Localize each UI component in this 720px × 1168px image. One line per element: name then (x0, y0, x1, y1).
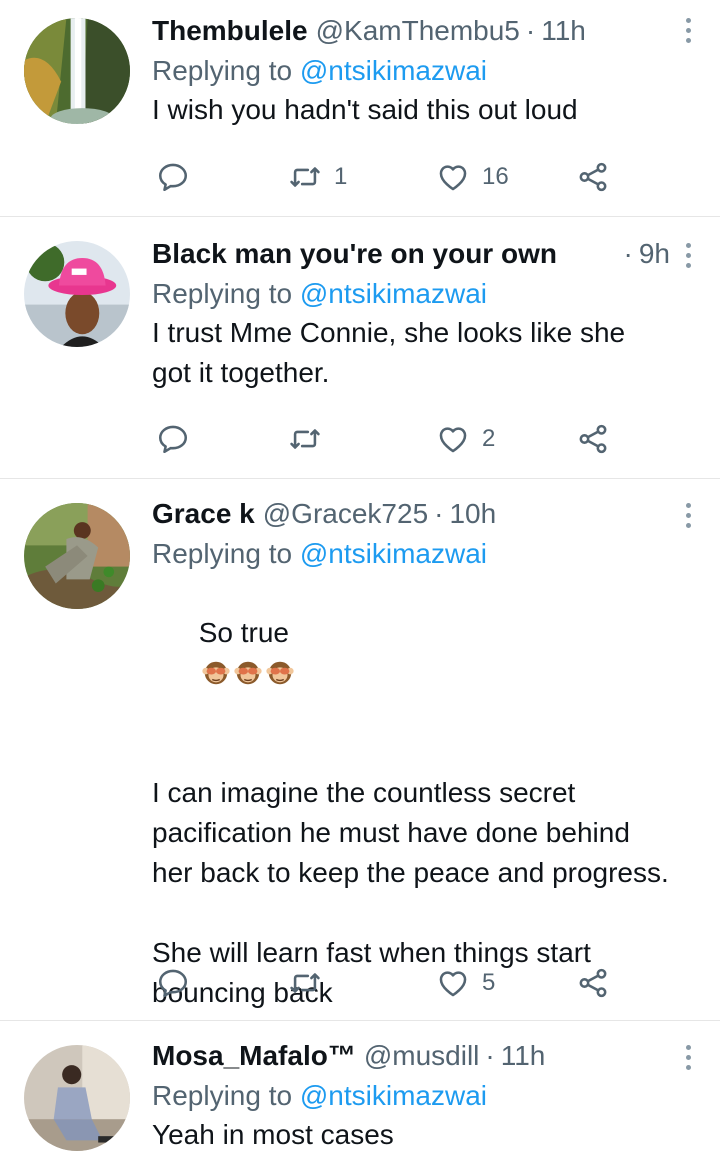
separator-dot: · (623, 238, 633, 269)
tweet[interactable]: Black man you're on your own · 9h Replyi… (0, 217, 720, 479)
avatar[interactable] (24, 503, 130, 609)
retweet-icon (288, 966, 322, 1000)
reply-button[interactable] (156, 419, 190, 459)
handle[interactable]: @musdill (364, 1039, 480, 1073)
like-count: 5 (482, 969, 496, 996)
like-button[interactable]: 5 (436, 963, 495, 1003)
tweet-text-first-line: So true (198, 617, 289, 648)
heart-icon (436, 966, 470, 1000)
retweet-count: 1 (334, 163, 348, 190)
reply-icon (156, 966, 190, 1000)
more-options-icon[interactable] (684, 501, 692, 531)
share-icon (576, 160, 610, 194)
reply-button[interactable] (156, 963, 190, 1003)
handle[interactable]: @KamThembu5 (316, 14, 520, 48)
tweet-text: Yeah in most cases (152, 1119, 394, 1150)
mention-link[interactable]: @ntsikimazwai (300, 55, 487, 86)
replying-to: Replying to @ntsikimazwai (152, 277, 670, 311)
like-count: 16 (482, 163, 509, 190)
reply-icon (156, 422, 190, 456)
tweet[interactable]: Thembulele @KamThembu5 · 11h Replying to… (0, 0, 720, 217)
mention-link[interactable]: @ntsikimazwai (300, 1080, 487, 1111)
tweet[interactable]: Mosa_Mafalo™ @musdill · 11h Replying to … (0, 1021, 720, 1168)
reply-button[interactable] (156, 157, 190, 197)
see-no-evil-monkey-icon (201, 657, 231, 687)
timestamp[interactable]: 10h (449, 497, 496, 531)
replying-prefix: Replying to (152, 538, 293, 569)
tweet-text-first: So true (152, 573, 670, 733)
action-bar: 1 16 (152, 157, 622, 197)
replying-prefix: Replying to (152, 1080, 293, 1111)
see-no-evil-monkey-icon (233, 657, 263, 687)
share-button[interactable] (576, 157, 610, 197)
timestamp[interactable]: 9h (639, 237, 670, 271)
more-options-icon[interactable] (684, 1043, 692, 1073)
retweet-button[interactable] (288, 963, 322, 1003)
timestamp[interactable]: 11h (501, 1039, 546, 1073)
display-name[interactable]: Thembulele (152, 14, 308, 48)
garden-avatar-icon (24, 503, 130, 609)
like-button[interactable]: 16 (436, 157, 509, 197)
suit-man-avatar-icon (24, 1045, 130, 1151)
share-icon (576, 966, 610, 1000)
pink-hat-avatar-icon (24, 241, 130, 347)
action-bar: 2 (152, 419, 622, 459)
replying-prefix: Replying to (152, 278, 293, 309)
display-name[interactable]: Black man you're on your own (152, 237, 557, 271)
waterfall-avatar-icon (24, 18, 130, 124)
retweet-icon (288, 160, 322, 194)
reply-icon (156, 160, 190, 194)
handle[interactable]: @Gracek725 (263, 497, 428, 531)
avatar[interactable] (24, 18, 130, 124)
see-no-evil-monkey-icon (265, 657, 295, 687)
mention-link[interactable]: @ntsikimazwai (300, 278, 487, 309)
more-options-icon[interactable] (684, 16, 692, 46)
separator-dot: · (525, 15, 536, 46)
tweet-text: I wish you hadn't said this out loud (152, 94, 578, 125)
like-count: 2 (482, 425, 496, 452)
share-button[interactable] (576, 963, 610, 1003)
like-button[interactable]: 2 (436, 419, 495, 459)
replying-to: Replying to @ntsikimazwai (152, 537, 670, 571)
display-name[interactable]: Mosa_Mafalo™ (152, 1039, 356, 1073)
mention-link[interactable]: @ntsikimazwai (300, 538, 487, 569)
separator-dot: · (434, 498, 444, 529)
more-options-icon[interactable] (684, 241, 692, 271)
retweet-button[interactable] (288, 419, 322, 459)
separator-dot: · (485, 1040, 495, 1071)
replying-to: Replying to @ntsikimazwai (152, 54, 670, 88)
tweet[interactable]: Grace k @Gracek725 · 10h Replying to @nt… (0, 479, 720, 1021)
action-bar: 5 (152, 963, 622, 1003)
avatar[interactable] (24, 1045, 130, 1151)
retweet-button[interactable]: 1 (288, 157, 347, 197)
retweet-icon (288, 422, 322, 456)
heart-icon (436, 160, 470, 194)
replying-to: Replying to @ntsikimazwai (152, 1079, 670, 1113)
heart-icon (436, 422, 470, 456)
display-name[interactable]: Grace k (152, 497, 255, 531)
share-button[interactable] (576, 419, 610, 459)
share-icon (576, 422, 610, 456)
timestamp[interactable]: 11h (541, 14, 586, 48)
tweet-text: I trust Mme Connie, she looks like she g… (152, 317, 633, 388)
replying-prefix: Replying to (152, 55, 293, 86)
avatar[interactable] (24, 241, 130, 347)
